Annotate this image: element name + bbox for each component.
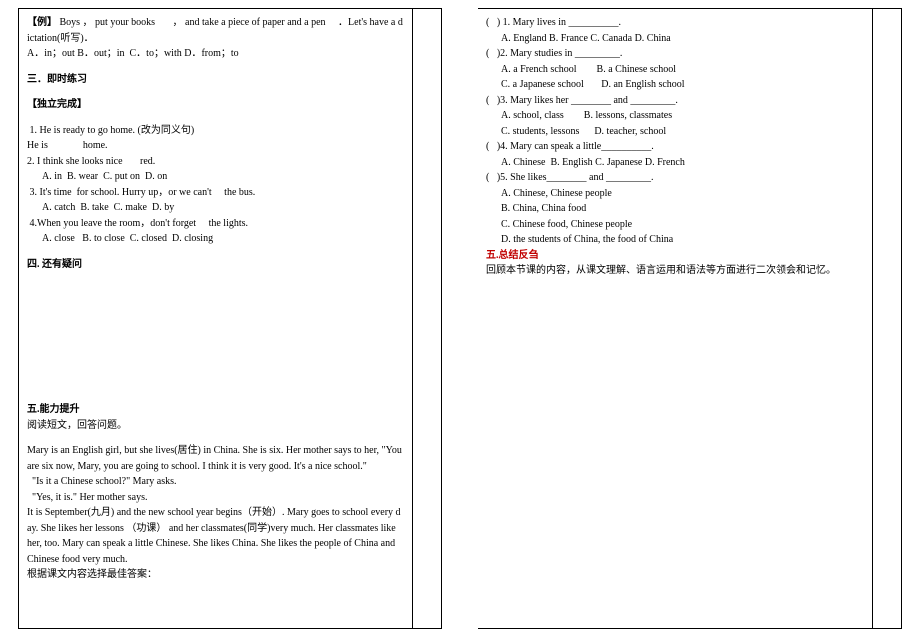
r-q3-optA: A. school, class B. lessons, classmates	[486, 108, 863, 124]
page-left-inner: 【例】 Boys ， put your books ， and take a p…	[18, 8, 442, 629]
section-3-title: 三．即时练习	[27, 72, 403, 88]
q4-line1: 4.When you leave the room，don't forget t…	[27, 216, 403, 232]
spacer	[27, 87, 403, 97]
r-q2-optC: C. a Japanese school D. an English schoo…	[486, 77, 863, 93]
r-q5-optB: B. China, China food	[486, 201, 863, 217]
r-q5-optC: C. Chinese food, Chinese people	[486, 217, 863, 233]
passage-p2: "Is it a Chinese school?" Mary asks.	[27, 474, 403, 490]
spacer-large	[27, 272, 403, 402]
r-q4: ( )4. Mary can speak a little__________.	[486, 139, 863, 155]
passage-p4: It is September(九月) and the new school y…	[27, 505, 403, 567]
passage-instruction: 根据课文内容选择最佳答案：	[27, 567, 403, 583]
page-right: ( ) 1. Mary lives in __________. A. Engl…	[460, 8, 920, 629]
r-q3-optC: C. students, lessons D. teacher, school	[486, 124, 863, 140]
example-line: 【例】 Boys ， put your books ， and take a p…	[27, 15, 403, 46]
section-5-sub: 阅读短文，回答问题。	[27, 418, 403, 434]
r-q3: ( )3. Mary likes her ________ and ______…	[486, 93, 863, 109]
passage-p3: "Yes, it is." Her mother says.	[27, 490, 403, 506]
q1-line2: He is home.	[27, 138, 403, 154]
example-options: A．in；out B．out；in C．to；with D．from；to	[27, 46, 403, 62]
section-3-sub: 【独立完成】	[27, 97, 403, 113]
spacer	[27, 247, 403, 257]
section-5-title: 五.能力提升	[27, 402, 403, 418]
page-right-inner: ( ) 1. Mary lives in __________. A. Engl…	[478, 8, 902, 629]
r-q5: ( )5. She likes________ and _________.	[486, 170, 863, 186]
left-content: 【例】 Boys ， put your books ， and take a p…	[27, 15, 403, 583]
page-left: 【例】 Boys ， put your books ， and take a p…	[0, 8, 460, 629]
spacer	[27, 433, 403, 443]
section-4-title: 四. 还有疑问	[27, 257, 403, 273]
spacer	[27, 113, 403, 123]
q3-options: A. catch B. take C. make D. by	[27, 200, 403, 216]
r-q1-opts: A. England B. France C. Canada D. China	[486, 31, 863, 47]
r-q4-opts: A. Chinese B. English C. Japanese D. Fre…	[486, 155, 863, 171]
q2-line1: 2. I think she looks nice red.	[27, 154, 403, 170]
q2-options: A. in B. wear C. put on D. on	[27, 169, 403, 185]
example-label: 【例】	[27, 17, 57, 28]
q1-line1: 1. He is ready to go home. (改为同义句)	[27, 123, 403, 139]
r-q2: ( )2. Mary studies in _________.	[486, 46, 863, 62]
q3-line1: 3. It's time for school. Hurry up，or we …	[27, 185, 403, 201]
example-text: Boys ， put your books ， and take a piece…	[27, 17, 403, 44]
r-q5-optD: D. the students of China, the food of Ch…	[486, 232, 863, 248]
right-content: ( ) 1. Mary lives in __________. A. Engl…	[486, 15, 863, 279]
document-root: 【例】 Boys ， put your books ， and take a p…	[0, 0, 920, 637]
r-q5-optA: A. Chinese, Chinese people	[486, 186, 863, 202]
r-q2-optA: A. a French school B. a Chinese school	[486, 62, 863, 78]
r-q1: ( ) 1. Mary lives in __________.	[486, 15, 863, 31]
summary-text: 回顾本节课的内容，从课文理解、语言运用和语法等方面进行二次领会和记忆。	[486, 263, 863, 279]
q4-options: A. close B. to close C. closed D. closin…	[27, 231, 403, 247]
passage-p1: Mary is an English girl, but she lives(居…	[27, 443, 403, 474]
spacer	[27, 62, 403, 72]
summary-title: 五.总结反刍	[486, 248, 863, 264]
